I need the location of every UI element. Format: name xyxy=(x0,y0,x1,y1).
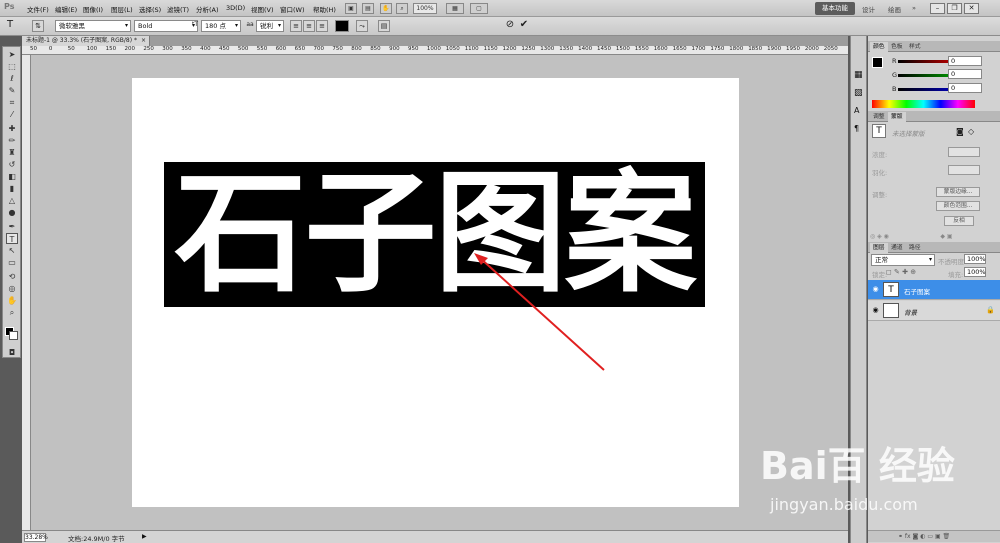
feather-field xyxy=(948,165,980,175)
layers-footer-icons[interactable]: ⚭ fx ◙ ◐ ▭ ▣ 🗑 xyxy=(868,530,1000,542)
green-value[interactable]: 0 xyxy=(948,69,982,79)
color-panel-tabs: 颜色 色板 样式 xyxy=(868,41,1000,52)
eye-icon[interactable]: ◉ xyxy=(871,306,880,315)
layer-name: 背景 xyxy=(904,309,917,317)
layer-row-background[interactable]: ◉ 背景 🔒 xyxy=(868,301,1000,321)
opacity-field[interactable]: 100% xyxy=(964,254,986,264)
color-range-button[interactable]: 颜色范围... xyxy=(936,201,980,211)
document-info[interactable]: 文档:24.9M/0 字节 xyxy=(68,533,125,543)
layer-thumbnail: T xyxy=(883,282,899,297)
no-mask-label: 未选择蒙版 xyxy=(892,130,925,138)
layer-thumbnail xyxy=(883,303,899,318)
mask-type-thumbnail: T xyxy=(872,124,886,138)
blend-mode-select[interactable]: 正常 ▾ xyxy=(871,254,935,266)
mask-panel-footer-icons: ◎ ◈ ◉ ◆ ▣ xyxy=(870,233,953,240)
annotation-arrow xyxy=(479,257,605,371)
invert-button[interactable]: 反相 xyxy=(944,216,974,226)
tab-channels[interactable]: 通道 xyxy=(888,243,906,253)
color-panel-fg-swatch[interactable] xyxy=(872,57,883,68)
tab-color[interactable]: 颜色 xyxy=(870,42,888,52)
lock-label: 锁定: xyxy=(872,271,888,279)
lock-icons[interactable]: ◻ ✎ ✚ ⊕ xyxy=(886,268,916,276)
adjust-panel-tabs: 调整 蒙版 xyxy=(868,111,1000,122)
tab-layers[interactable]: 图层 xyxy=(870,243,888,253)
tab-swatches[interactable]: 色板 xyxy=(888,42,906,52)
layer-row-text[interactable]: ◉ T 石子图案 xyxy=(868,280,1000,300)
eye-icon[interactable]: ◉ xyxy=(871,285,880,294)
fill-field[interactable]: 100% xyxy=(964,267,986,277)
blue-label: B xyxy=(892,85,897,93)
opacity-label: 不透明度: xyxy=(938,258,967,266)
mask-edge-button[interactable]: 蒙版边缘... xyxy=(936,187,980,197)
history-panel-icon[interactable]: ▧ xyxy=(854,88,863,98)
paragraph-panel-icon[interactable]: ¶ xyxy=(854,124,859,133)
status-bar: 33.28% 文档:24.9M/0 字节 ▶ xyxy=(22,530,848,543)
zoom-field[interactable]: 33.28% xyxy=(24,533,48,542)
blue-value[interactable]: 0 xyxy=(948,83,982,93)
green-label: G xyxy=(892,71,898,79)
status-arrow-icon[interactable]: ▶ xyxy=(142,533,147,540)
baidu-watermark-logo: Bai百 经验 xyxy=(760,444,955,488)
pixel-mask-icon[interactable]: ◙ xyxy=(956,127,964,136)
layers-panel-tabs: 图层 通道 路径 xyxy=(868,242,1000,253)
density-field xyxy=(948,147,980,157)
density-label: 浓度: xyxy=(872,151,888,159)
tab-styles[interactable]: 样式 xyxy=(906,42,924,52)
fill-label: 填充: xyxy=(948,271,964,279)
mini-bridge-panel-icon[interactable]: ▦ xyxy=(854,70,863,80)
feather-label: 羽化: xyxy=(872,169,888,177)
color-spectrum-bar[interactable] xyxy=(872,100,975,108)
tab-masks[interactable]: 蒙版 xyxy=(888,112,906,122)
refine-label: 调整: xyxy=(872,191,888,199)
red-value[interactable]: 0 xyxy=(948,56,982,66)
red-label: R xyxy=(892,57,897,65)
lock-icon: 🔒 xyxy=(986,306,995,314)
layer-name: 石子图案 xyxy=(904,288,930,296)
tab-paths[interactable]: 路径 xyxy=(906,243,924,253)
vector-mask-icon[interactable]: ◇ xyxy=(968,127,974,136)
baidu-watermark-url: jingyan.baidu.com xyxy=(770,495,918,514)
character-panel-strip-icon[interactable]: A xyxy=(854,106,859,115)
tab-adjustments[interactable]: 调整 xyxy=(870,112,888,122)
